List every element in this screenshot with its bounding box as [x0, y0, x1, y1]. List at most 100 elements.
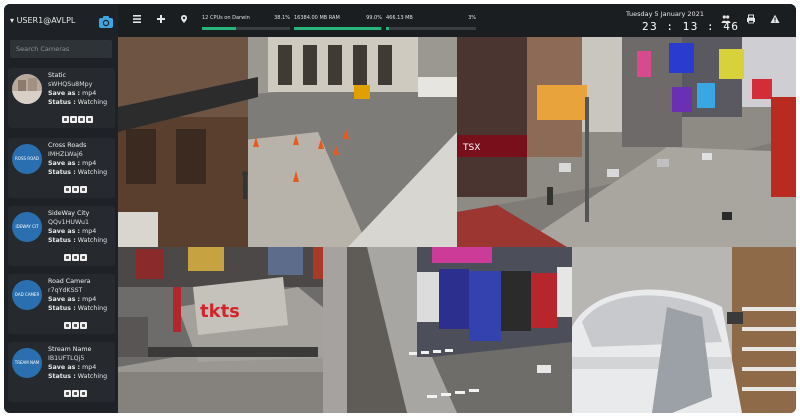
- camera-card-cross-roads[interactable]: ROSS ROAD Cross Roads IMHZLWaj6 Save as …: [8, 138, 115, 198]
- edit-icon[interactable]: [64, 186, 71, 193]
- camera-name: SideWay City: [48, 210, 90, 217]
- camera-card-stream-name[interactable]: TREAM NAM Stream Name IB1UFTLQj5 Save as…: [8, 342, 115, 402]
- video-frame: TSX: [457, 37, 796, 247]
- save-as-value: mp4: [82, 90, 97, 97]
- camera-info: Stream Name IB1UFTLQj5 Save as : mp4 Sta…: [48, 345, 114, 381]
- camera-name: Cross Roads: [48, 142, 87, 149]
- edit-icon[interactable]: [64, 254, 71, 261]
- camera-id: sWHQSu8Mpy: [48, 81, 93, 88]
- settings-icon[interactable]: [80, 186, 87, 193]
- camera-tools: [64, 186, 87, 194]
- camera-tools: [64, 390, 87, 398]
- status-value: Watching: [77, 373, 108, 380]
- camera-tools: [64, 322, 87, 330]
- edit-icon[interactable]: [64, 390, 71, 397]
- top-bar: 12 CPUs on Darwin 38.1% 16384.00 MB RAM 99…: [118, 4, 796, 37]
- list-icon[interactable]: [132, 14, 142, 24]
- save-as-value: mp4: [82, 296, 97, 303]
- video-feed-stream-name[interactable]: [572, 247, 796, 413]
- save-as-label: Save as :: [48, 296, 81, 303]
- save-as-value: mp4: [82, 228, 97, 235]
- video-feed-cross-roads[interactable]: TSX: [457, 37, 796, 247]
- cpu-meter-fill: [202, 27, 236, 30]
- status-value: Watching: [77, 305, 108, 312]
- snapshot-icon[interactable]: [86, 116, 93, 123]
- camera-id: r7qYdKSST: [48, 287, 83, 294]
- camera-thumbnail: [12, 74, 42, 104]
- disk-meter-fill: [386, 27, 389, 30]
- settings-icon[interactable]: [80, 322, 87, 329]
- print-icon[interactable]: [746, 14, 756, 24]
- ram-meter-percent: 99.0%: [366, 15, 382, 21]
- save-as-value: mp4: [82, 160, 97, 167]
- delete-icon[interactable]: [72, 322, 79, 329]
- users-icon[interactable]: [721, 14, 731, 24]
- camera-info: Road Camera r7qYdKSST Save as : mp4 Stat…: [48, 277, 114, 313]
- camera-card-road-camera[interactable]: OAD CAMER Road Camera r7qYdKSST Save as …: [8, 274, 115, 334]
- ram-meter-label: 16384.00 MB RAM: [294, 15, 340, 21]
- delete-icon[interactable]: [72, 390, 79, 397]
- delete-icon[interactable]: [70, 116, 77, 123]
- camera-thumbnail: OAD CAMER: [12, 280, 42, 310]
- camera-thumbnail: ROSS ROAD: [12, 144, 42, 174]
- status-label: Status :: [48, 237, 76, 244]
- camera-name: Road Camera: [48, 278, 91, 285]
- camera-info: Cross Roads IMHZLWaj6 Save as : mp4 Stat…: [48, 141, 114, 177]
- video-feed-sideway-city[interactable]: tkts: [118, 247, 347, 413]
- disk-meter: 466.13 MB 3%: [386, 15, 476, 32]
- settings-icon[interactable]: [80, 254, 87, 261]
- camera-id: IB1UFTLQj5: [48, 355, 85, 362]
- camera-thumbnail-text: IDEWAY CIT: [15, 224, 39, 229]
- current-date: Tuesday 5 January 2021: [626, 10, 704, 18]
- status-value: Watching: [77, 99, 108, 106]
- app-window: ▾ USER1@AVLPL Static sWHQSu8Mp: [4, 4, 796, 413]
- tkts-sign: tkts: [200, 301, 240, 322]
- camera-tools: [62, 116, 93, 124]
- save-as-label: Save as :: [48, 364, 81, 371]
- camera-name: Stream Name: [48, 346, 92, 353]
- camera-info: Static sWHQSu8Mpy Save as : mp4 Status :…: [48, 71, 114, 107]
- video-frame: tkts: [118, 247, 347, 413]
- save-as-value: mp4: [82, 364, 97, 371]
- camera-tools: [64, 254, 87, 262]
- plus-icon[interactable]: [156, 14, 166, 24]
- user-menu[interactable]: ▾ USER1@AVLPL: [10, 16, 75, 25]
- camera-id: IMHZLWaj6: [48, 151, 83, 158]
- video-feed-static[interactable]: [118, 37, 457, 247]
- ram-meter: 16384.00 MB RAM 99.0%: [294, 15, 382, 32]
- camera-thumbnail: TREAM NAM: [12, 348, 42, 378]
- camera-id: QQv1HUWu1: [48, 219, 89, 226]
- tsx-sign: TSX: [462, 143, 480, 153]
- user-name: USER1@AVLPL: [16, 16, 76, 25]
- status-label: Status :: [48, 305, 76, 312]
- video-feed-road-camera[interactable]: [347, 247, 572, 413]
- warning-icon[interactable]: [770, 14, 780, 24]
- camera-icon[interactable]: [98, 14, 114, 30]
- edit-icon[interactable]: [64, 322, 71, 329]
- video-frame: [347, 247, 572, 413]
- save-as-label: Save as :: [48, 228, 81, 235]
- user-row: ▾ USER1@AVLPL: [10, 14, 114, 32]
- edit-icon[interactable]: [62, 116, 69, 123]
- camera-name: Static: [48, 72, 67, 79]
- status-label: Status :: [48, 373, 76, 380]
- video-frame: [572, 247, 796, 413]
- settings-icon[interactable]: [78, 116, 85, 123]
- status-label: Status :: [48, 169, 76, 176]
- status-value: Watching: [77, 169, 108, 176]
- location-pin-icon[interactable]: [179, 14, 189, 24]
- camera-card-static[interactable]: Static sWHQSu8Mpy Save as : mp4 Status :…: [8, 68, 115, 128]
- search-cameras-input[interactable]: [10, 40, 112, 58]
- settings-icon[interactable]: [80, 390, 87, 397]
- disk-meter-percent: 3%: [468, 15, 476, 21]
- cpu-meter: 12 CPUs on Darwin 38.1%: [202, 15, 290, 32]
- save-as-label: Save as :: [48, 90, 81, 97]
- video-frame: [118, 37, 457, 247]
- delete-icon[interactable]: [72, 254, 79, 261]
- status-value: Watching: [77, 237, 108, 244]
- delete-icon[interactable]: [72, 186, 79, 193]
- camera-thumbnail-text: ROSS ROAD: [15, 156, 39, 161]
- cpu-meter-label: 12 CPUs on Darwin: [202, 15, 250, 21]
- disk-meter-label: 466.13 MB: [386, 15, 413, 21]
- camera-card-sideway-city[interactable]: IDEWAY CIT SideWay City QQv1HUWu1 Save a…: [8, 206, 115, 266]
